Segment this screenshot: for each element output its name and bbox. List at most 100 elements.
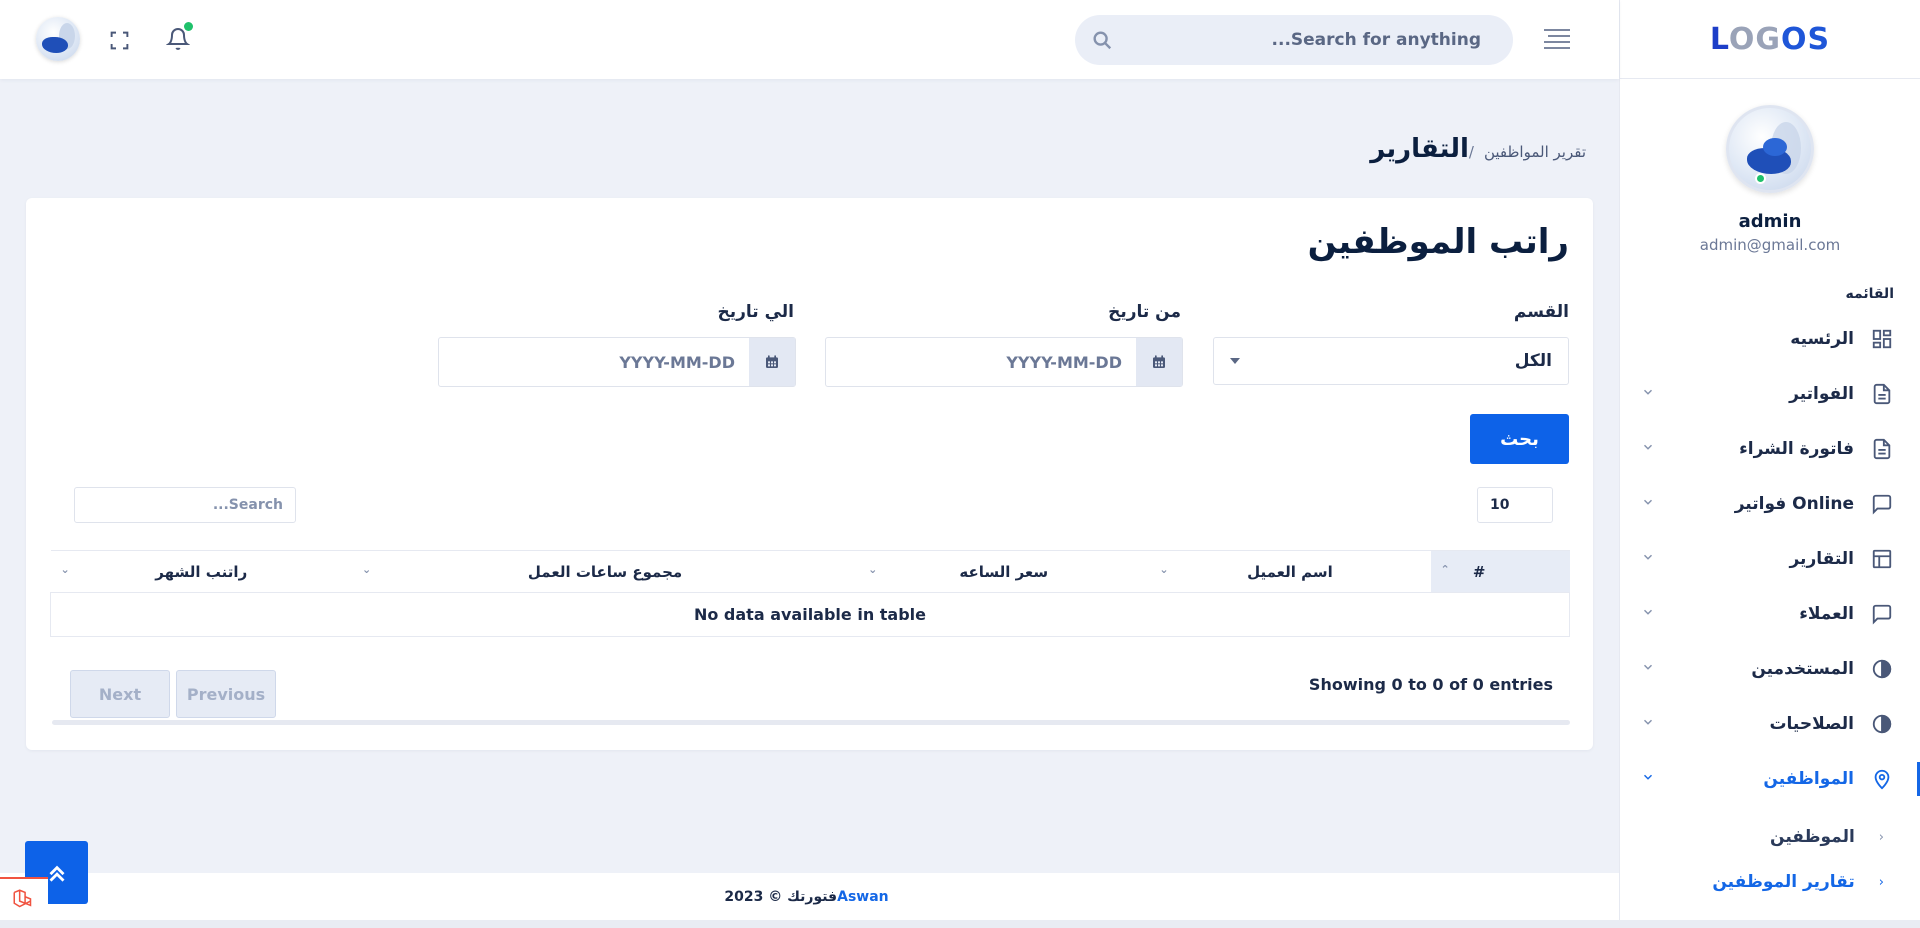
half-circle-icon <box>1870 712 1894 736</box>
previous-page-button[interactable]: Previous <box>176 670 276 718</box>
chevron-right-icon: › <box>1878 874 1884 890</box>
caret-down-icon <box>1230 358 1240 364</box>
breadcrumb-separator: / <box>1468 143 1474 161</box>
sidebar-item-reports[interactable]: التقارير <box>1619 539 1920 579</box>
profile-email: admin@gmail.com <box>1699 236 1841 254</box>
sidebar-item-customers[interactable]: العملاء <box>1619 594 1920 634</box>
profile-avatar[interactable] <box>1726 105 1814 193</box>
data-table: # ⌃ اسم العميل ⌄ سعر الساعه ⌄ مجموع ساعا… <box>50 550 1570 637</box>
column-header-label: اسم العميل <box>1247 562 1333 581</box>
to-date-input[interactable] <box>439 338 749 386</box>
sidebar-item-label: الرئسيه <box>1790 329 1854 349</box>
logo-part-1: L <box>1709 21 1729 57</box>
report-card: راتب الموظفين القسم الكل من تاريخ الي تا… <box>26 198 1593 750</box>
to-date-label: الي تاريخ <box>717 302 794 322</box>
global-search-input[interactable] <box>1075 15 1513 65</box>
page-title: التقارير <box>1370 134 1469 164</box>
sidebar-item-permissions[interactable]: الصلاحيات <box>1619 704 1920 744</box>
logo[interactable]: LOGOS <box>1710 22 1830 57</box>
sidebar-subitem-label: تقارير الموظفين <box>1712 872 1855 892</box>
chat-icon <box>1870 602 1894 626</box>
footer-text: فتورتك © 2023 <box>724 888 838 905</box>
sidebar-item-users[interactable]: المستخدمين <box>1619 649 1920 689</box>
sidebar-subitem-employee-reports[interactable]: › تقارير الموظفين <box>1619 867 1920 897</box>
sort-asc-icon: ⌃ <box>1440 563 1450 576</box>
sidebar-item-employees[interactable]: المواظفين <box>1619 759 1920 799</box>
user-avatar[interactable] <box>36 17 80 61</box>
fullscreen-icon[interactable] <box>109 30 130 51</box>
department-select-value: الكل <box>1514 351 1552 371</box>
card-title: راتب الموظفين <box>1307 222 1569 262</box>
sidebar-item-purchase-invoice[interactable]: فاتورة الشراء <box>1619 429 1920 469</box>
map-pin-icon <box>1870 767 1894 791</box>
document-icon <box>1870 382 1894 406</box>
logo-part-2: OG <box>1728 21 1782 57</box>
sidebar-item-label: المستخدمين <box>1751 659 1854 679</box>
table-icon <box>1870 547 1894 571</box>
empty-table-message: No data available in table <box>50 592 1570 637</box>
notification-dot <box>184 22 193 31</box>
chevron-down-icon <box>1641 550 1655 568</box>
from-date-field <box>825 337 1183 387</box>
column-header-number[interactable]: # ⌃ <box>1430 550 1570 593</box>
sidebar-subitem-label: الموظفين <box>1770 827 1855 847</box>
sidebar-item-home[interactable]: الرئسيه <box>1619 319 1920 359</box>
menu-title: القائمه <box>1845 286 1894 302</box>
chevron-down-icon <box>1641 770 1655 788</box>
column-header-hourly-rate[interactable]: سعر الساعه ⌄ <box>858 550 1150 593</box>
sort-icon: ⌄ <box>868 563 878 576</box>
chevron-down-icon <box>1641 440 1655 458</box>
sidebar: LOGOS admin admin@gmail.com القائمه الرئ… <box>1619 0 1920 928</box>
sidebar-item-label: المواظفين <box>1763 769 1854 789</box>
half-circle-icon <box>1870 657 1894 681</box>
sidebar-item-invoices[interactable]: الفواتير <box>1619 374 1920 414</box>
search-icon <box>1093 31 1112 50</box>
sidebar-item-online-invoices[interactable]: فواتير Online <box>1619 484 1920 524</box>
profile-name: admin <box>1738 211 1802 232</box>
menu-toggle-icon[interactable] <box>1544 29 1570 51</box>
sort-icon: ⌄ <box>1159 563 1169 576</box>
chevron-down-icon <box>1641 605 1655 623</box>
column-header-label: راتنب الشهر <box>155 562 248 581</box>
next-page-button[interactable]: Next <box>70 670 170 718</box>
sidebar-item-label: التقارير <box>1789 549 1854 569</box>
column-header-customer-name[interactable]: اسم العميل ⌄ <box>1149 550 1431 593</box>
chevron-down-icon <box>1641 385 1655 403</box>
logo-area: LOGOS <box>1620 0 1920 79</box>
sort-icon: ⌄ <box>362 563 372 576</box>
online-status-dot <box>1755 173 1766 184</box>
chat-icon <box>1870 492 1894 516</box>
column-header-label: مجموع ساعات العمل <box>527 562 683 581</box>
column-header-total-hours[interactable]: مجموع ساعات العمل ⌄ <box>352 550 859 593</box>
page-length-select[interactable]: 10 <box>1477 487 1553 523</box>
calendar-icon[interactable] <box>1136 338 1182 386</box>
profile: admin admin@gmail.com <box>1620 79 1920 254</box>
footer: فتورتك © 2023 Aswan <box>0 873 1619 920</box>
column-header-label: سعر الساعه <box>959 562 1049 581</box>
laravel-debugbar-icon[interactable] <box>0 877 48 920</box>
global-search <box>1075 15 1513 65</box>
sidebar-item-label: الصلاحيات <box>1769 714 1854 734</box>
sidebar-item-label: العملاء <box>1799 604 1854 624</box>
sidebar-subitem-employees[interactable]: › الموظفين <box>1619 822 1920 852</box>
from-date-input[interactable] <box>826 338 1136 386</box>
from-date-label: من تاريخ <box>1108 302 1181 322</box>
footer-brand-link[interactable]: Aswan <box>837 889 889 905</box>
sidebar-item-label: فاتورة الشراء <box>1739 439 1854 459</box>
chevron-down-icon <box>1641 495 1655 513</box>
table-info: Showing 0 to 0 of 0 entries <box>1308 675 1553 694</box>
bottom-strip <box>0 920 1920 928</box>
horizontal-scrollbar[interactable] <box>52 720 1570 725</box>
department-label: القسم <box>1513 302 1569 322</box>
page-heading: التقارير / تقرير المواظفين <box>1370 134 1594 164</box>
calendar-icon[interactable] <box>749 338 795 386</box>
chevron-right-icon: › <box>1878 829 1884 845</box>
breadcrumb[interactable]: تقرير المواظفين <box>1484 143 1586 161</box>
department-select[interactable]: الكل <box>1213 337 1569 385</box>
table-header-row: # ⌃ اسم العميل ⌄ سعر الساعه ⌄ مجموع ساعا… <box>50 550 1570 593</box>
column-header-label: # <box>1472 562 1486 581</box>
table-search-input[interactable] <box>74 487 296 523</box>
search-button[interactable]: بحث <box>1470 414 1569 464</box>
column-header-monthly-salary[interactable]: راتنب الشهر ⌄ <box>50 550 353 593</box>
sort-icon: ⌄ <box>60 563 70 576</box>
